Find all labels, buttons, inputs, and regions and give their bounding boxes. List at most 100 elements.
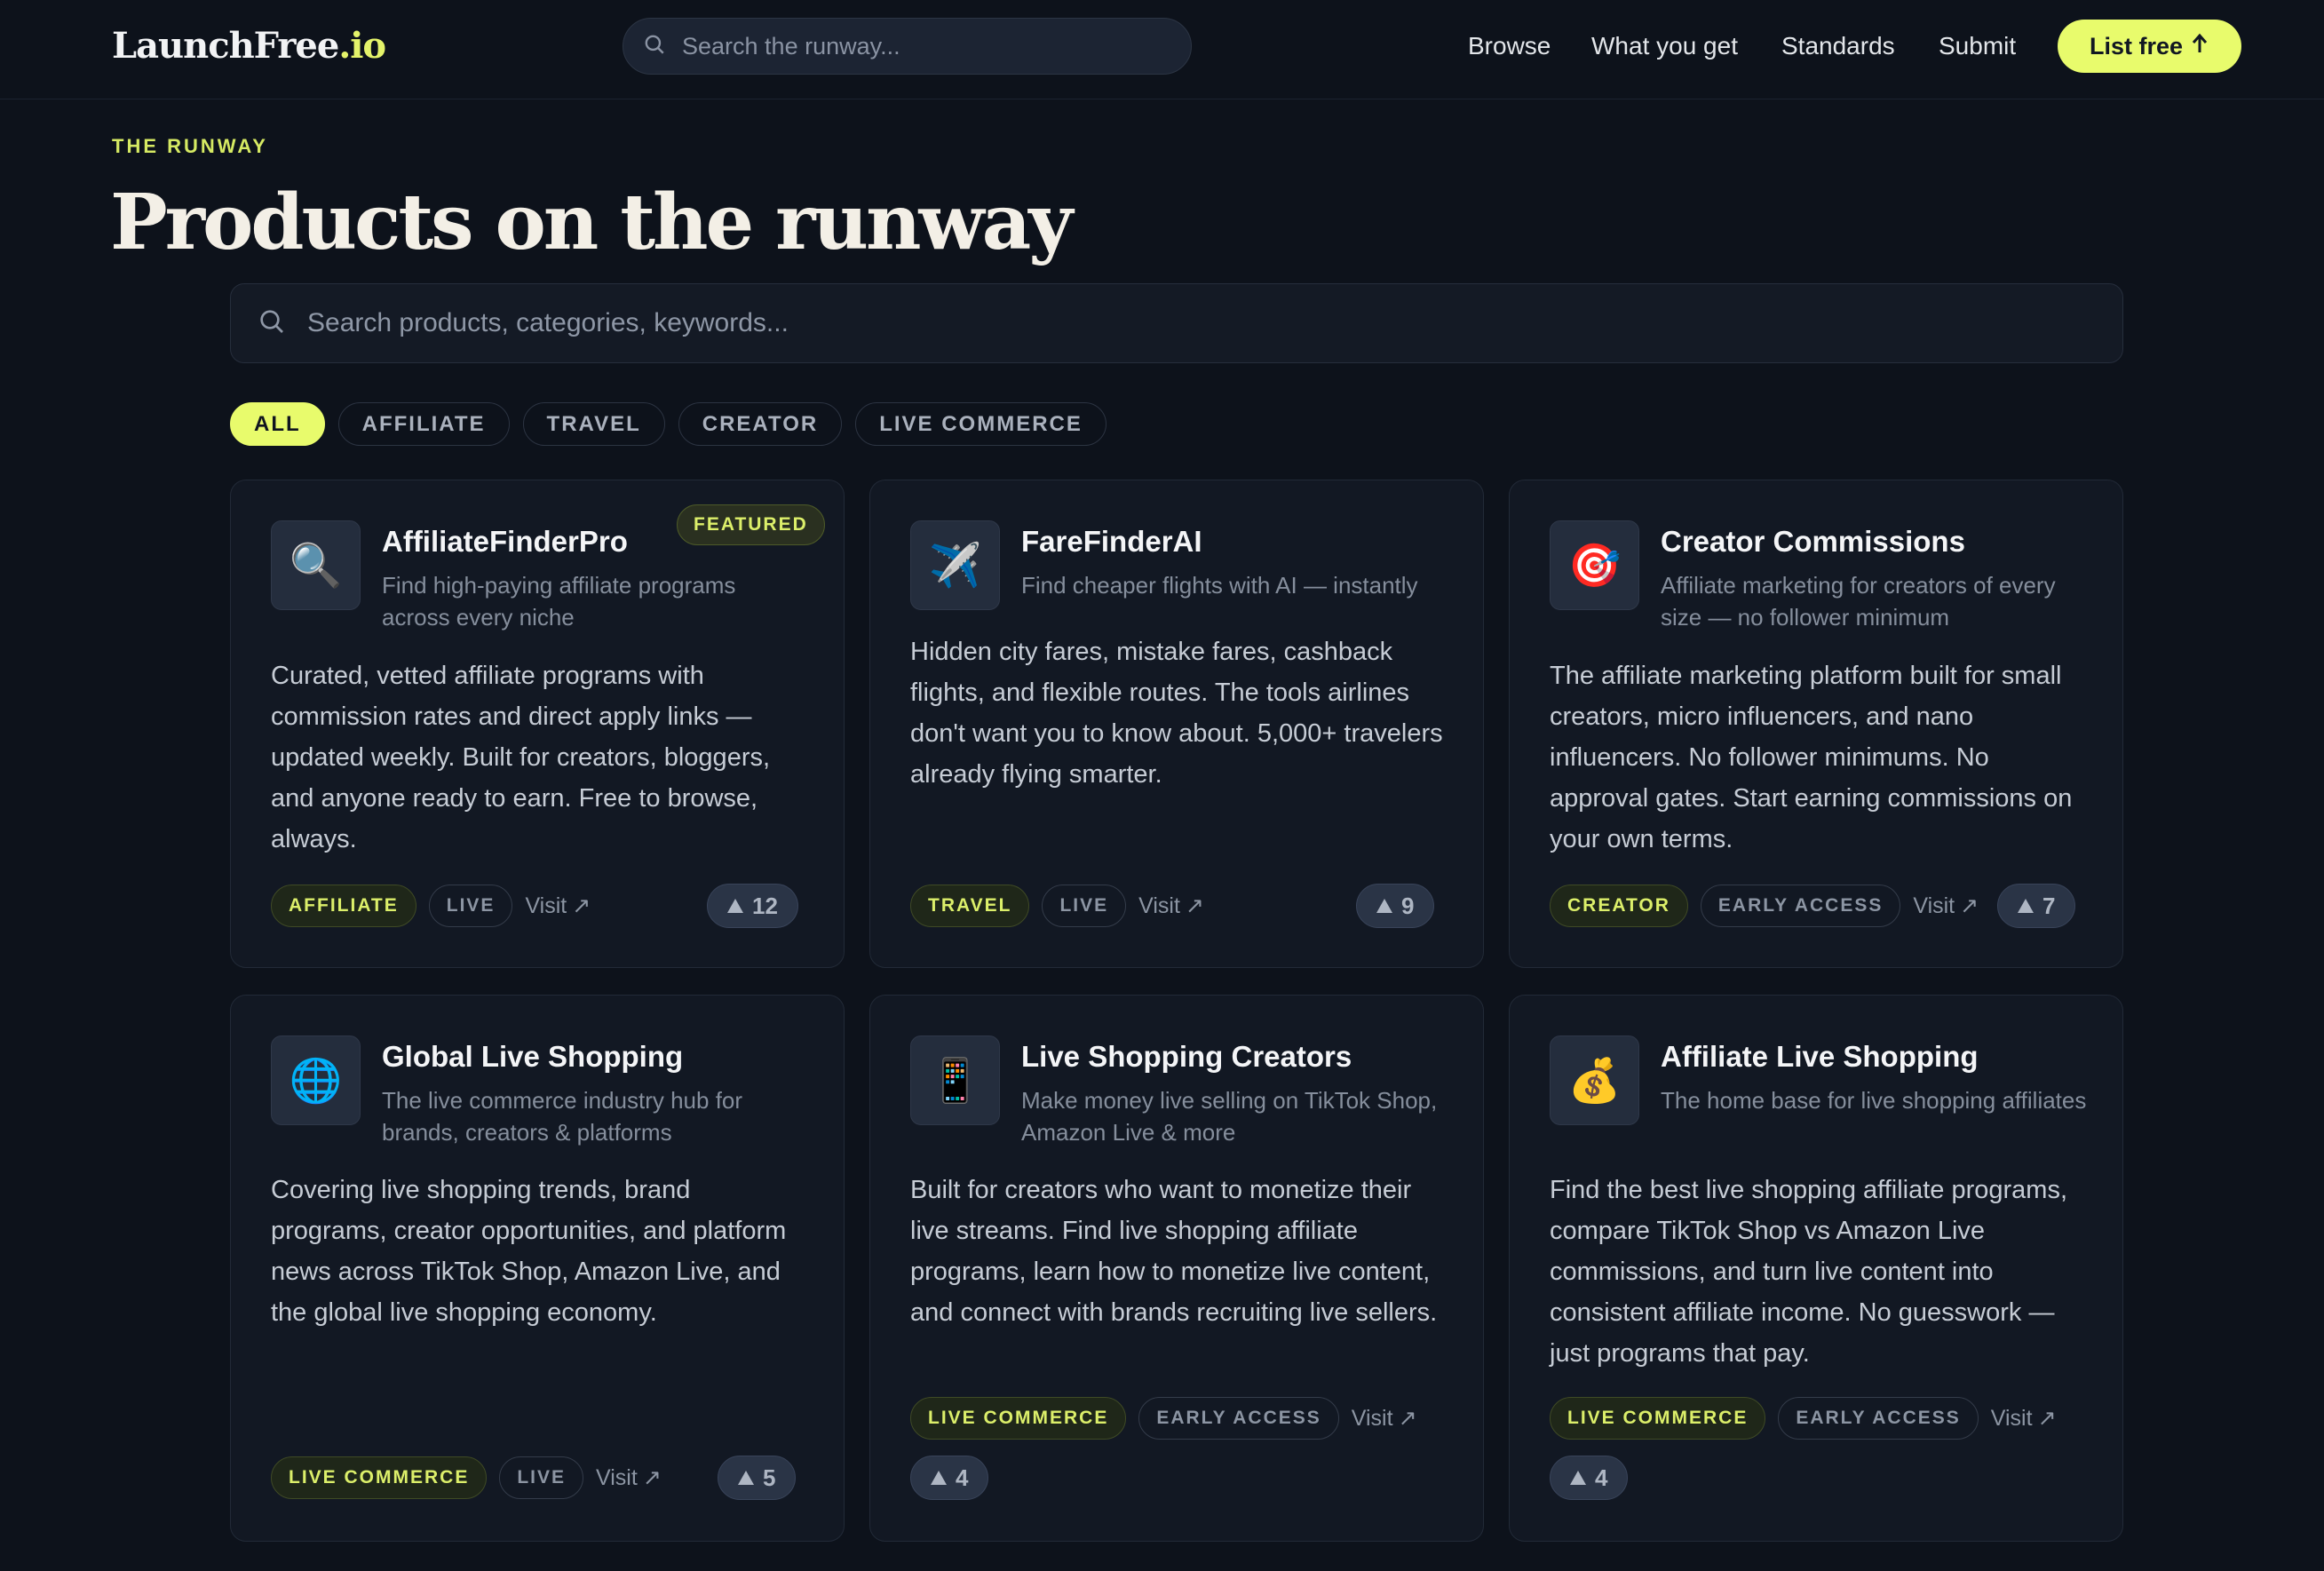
- product-card[interactable]: 🔍 AffiliateFinderPro FEATURED Find high-…: [230, 480, 845, 968]
- search-icon: [643, 33, 666, 60]
- external-arrow-icon: ↗: [1398, 1406, 1417, 1431]
- upvote-arrow-icon: [727, 899, 743, 913]
- external-arrow-icon: ↗: [2037, 1406, 2057, 1431]
- category-badge[interactable]: AFFILIATE: [271, 885, 416, 927]
- upvote-button[interactable]: 4: [1550, 1456, 1629, 1500]
- product-description: Hidden city fares, mistake fares, cashba…: [910, 638, 1443, 789]
- category-badge[interactable]: CREATOR: [1550, 885, 1688, 927]
- arrow-up-icon: [2190, 33, 2209, 60]
- product-card[interactable]: 🌐 Global Live Shopping The live commerce…: [230, 995, 845, 1542]
- category-badge[interactable]: TRAVEL: [910, 885, 1030, 927]
- product-footer: TRAVEL LIVE Visit ↗: [910, 884, 1204, 928]
- vote-count: 4: [956, 1464, 969, 1491]
- product-card[interactable]: 💰 Affiliate Live Shopping The home base …: [1509, 995, 2123, 1542]
- product-description: The affiliate marketing platform built f…: [1550, 662, 2073, 853]
- search-icon: [258, 307, 286, 340]
- product-description: Covering live shopping trends, brand pro…: [271, 1176, 787, 1327]
- vote-count: 7: [2042, 892, 2056, 919]
- product-card[interactable]: 🎯 Creator Commissions Affiliate marketin…: [1509, 480, 2123, 968]
- category-badge[interactable]: LIVE COMMERCE: [1550, 1397, 1766, 1440]
- list-free-button[interactable]: List free: [2058, 20, 2241, 73]
- upvote-button[interactable]: 5: [718, 1456, 797, 1500]
- visit-link[interactable]: Visit ↗: [525, 893, 591, 919]
- upvote-button[interactable]: 12: [707, 884, 798, 928]
- product-tagline: Make money live selling on TikTok Shop, …: [1021, 1087, 1438, 1146]
- upvote-button[interactable]: 9: [1356, 884, 1435, 928]
- product-name[interactable]: Global Live Shopping: [382, 1038, 683, 1075]
- product-name[interactable]: Creator Commissions: [1661, 523, 1965, 560]
- page: LaunchFree.io Search the runway... Brows…: [0, 0, 2324, 1571]
- product-search-placeholder: Search products, categories, keywords...: [307, 308, 789, 337]
- visit-label: Visit: [1138, 893, 1180, 918]
- brand-logo[interactable]: LaunchFree.io: [112, 21, 386, 71]
- category-badge[interactable]: LIVE COMMERCE: [910, 1397, 1127, 1440]
- external-arrow-icon: ↗: [1185, 893, 1204, 918]
- top-nav: LaunchFree.io Search the runway... Brows…: [0, 0, 2324, 99]
- filter-chip-affiliate[interactable]: AFFILIATE: [337, 402, 510, 446]
- status-badge: LIVE: [499, 1456, 584, 1499]
- product-tagline: Find cheaper flights with AI — instantly: [1021, 572, 1418, 599]
- product-name[interactable]: AffiliateFinderPro: [382, 523, 628, 560]
- nav-link-what-you-get[interactable]: What you get: [1591, 30, 1738, 62]
- external-arrow-icon: ↗: [642, 1465, 662, 1490]
- vote-count: 4: [1595, 1464, 1608, 1491]
- visit-link[interactable]: Visit ↗: [1352, 1405, 1417, 1432]
- nav-link-standards[interactable]: Standards: [1781, 30, 1895, 62]
- product-footer: LIVE COMMERCE EARLY ACCESS Visit ↗: [1550, 1396, 2057, 1440]
- target-icon: 🎯: [1550, 520, 1639, 610]
- product-tagline: Find high-paying affiliate programs acro…: [382, 572, 736, 631]
- product-footer: AFFILIATE LIVE Visit ↗: [271, 884, 591, 928]
- product-tagline: Affiliate marketing for creators of ever…: [1661, 572, 2056, 631]
- product-description: Curated, vetted affiliate programs with …: [271, 662, 771, 853]
- airplane-icon: ✈️: [910, 520, 1000, 610]
- nav-search-input[interactable]: Search the runway...: [623, 18, 1192, 75]
- visit-link[interactable]: Visit ↗: [1138, 893, 1204, 919]
- vote-count: 12: [752, 892, 778, 919]
- product-name[interactable]: Live Shopping Creators: [1021, 1038, 1352, 1075]
- nav-search-placeholder: Search the runway...: [682, 32, 900, 60]
- globe-icon: 🌐: [271, 1035, 361, 1125]
- product-footer: LIVE COMMERCE LIVE Visit ↗: [271, 1456, 662, 1500]
- vote-count: 5: [763, 1464, 776, 1491]
- upvote-button[interactable]: 7: [1997, 884, 2076, 928]
- product-card[interactable]: 📱 Live Shopping Creators Make money live…: [869, 995, 1484, 1542]
- filter-chip-creator[interactable]: CREATOR: [678, 402, 843, 446]
- nav-link-browse[interactable]: Browse: [1468, 30, 1551, 62]
- product-search-input[interactable]: Search products, categories, keywords...: [230, 283, 2123, 363]
- status-badge: LIVE: [1042, 885, 1127, 927]
- visit-label: Visit: [525, 893, 567, 918]
- nav-link-submit[interactable]: Submit: [1939, 30, 2016, 62]
- visit-label: Visit: [1351, 1405, 1393, 1431]
- upvote-arrow-icon: [1376, 899, 1392, 913]
- product-name[interactable]: FareFinderAI: [1021, 523, 1202, 560]
- page-title: Products on the runway: [110, 178, 1073, 267]
- visit-link[interactable]: Visit ↗: [1991, 1405, 2057, 1432]
- status-badge: EARLY ACCESS: [1700, 885, 1901, 927]
- external-arrow-icon: ↗: [572, 893, 591, 918]
- upvote-button[interactable]: 4: [910, 1456, 989, 1500]
- filter-chip-travel[interactable]: TRAVEL: [522, 402, 665, 446]
- list-free-label: List free: [2089, 32, 2184, 60]
- product-card[interactable]: ✈️ FareFinderAI Find cheaper flights wit…: [869, 480, 1484, 968]
- product-description: Find the best live shopping affiliate pr…: [1550, 1176, 2068, 1368]
- brand-name: LaunchFree: [112, 25, 339, 67]
- product-name[interactable]: Affiliate Live Shopping: [1661, 1038, 1979, 1075]
- visit-label: Visit: [1990, 1405, 2033, 1431]
- magnifying-glass-icon: 🔍: [271, 520, 361, 610]
- product-description: Built for creators who want to monetize …: [910, 1176, 1438, 1327]
- mobile-phone-icon: 📱: [910, 1035, 1000, 1125]
- upvote-arrow-icon: [2018, 899, 2034, 913]
- filter-chip-all[interactable]: ALL: [230, 402, 325, 446]
- visit-label: Visit: [1913, 893, 1955, 918]
- product-tagline: The home base for live shopping affiliat…: [1661, 1087, 2087, 1114]
- filter-chip-live-commerce[interactable]: LIVE COMMERCE: [855, 402, 1106, 446]
- money-bag-icon: 💰: [1550, 1035, 1639, 1125]
- visit-link[interactable]: Visit ↗: [1913, 893, 1979, 919]
- upvote-arrow-icon: [1570, 1471, 1586, 1485]
- status-badge: EARLY ACCESS: [1138, 1397, 1339, 1440]
- product-footer: CREATOR EARLY ACCESS Visit ↗: [1550, 884, 1979, 928]
- visit-link[interactable]: Visit ↗: [596, 1464, 662, 1491]
- brand-tld: .io: [338, 25, 386, 67]
- status-badge: EARLY ACCESS: [1778, 1397, 1979, 1440]
- category-badge[interactable]: LIVE COMMERCE: [271, 1456, 488, 1499]
